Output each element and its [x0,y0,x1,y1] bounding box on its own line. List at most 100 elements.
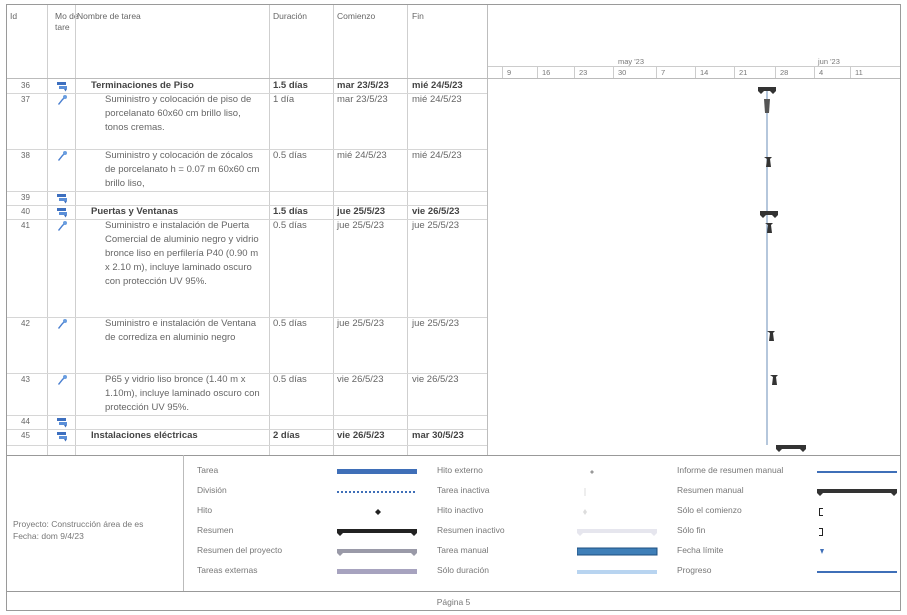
summary-task-name[interactable]: Instalaciones eléctricas [91,429,267,443]
legend-swatch [817,571,897,573]
task-id: 39 [21,193,30,202]
task-start: jue 25/5/23 [337,206,386,217]
task-duration: 1.5 días [273,206,308,217]
task-name[interactable]: Suministro y colocación de piso de porce… [105,93,265,135]
task-finish: mié 24/5/23 [412,150,462,161]
legend-label: Sólo duración [437,565,489,575]
legend-swatch [817,471,897,473]
timeline-month: jun '23 [818,57,840,66]
legend-swatch [819,508,823,516]
gantt-chart [758,87,806,452]
legend-swatch [584,488,586,496]
task-id: 44 [21,417,30,426]
summary-bar [760,211,778,218]
manual-schedule-icon [58,319,67,329]
task-id: 37 [21,95,30,104]
legend-label: Hito inactivo [437,505,484,515]
manual-schedule-icon [58,221,67,231]
task-bar [764,157,772,167]
task-name[interactable]: Suministro e instalación de Ventana de c… [105,317,265,345]
legend-label: Tarea inactiva [437,485,490,495]
task-name[interactable]: Suministro e instalación de Puerta Comer… [105,219,265,289]
task-bar [765,223,773,233]
task-finish: vie 26/5/23 [412,206,460,217]
legend-label: Resumen inactivo [437,525,505,535]
legend-swatch [577,547,658,556]
timeline-day: 28 [780,68,789,77]
auto-schedule-icon [57,418,67,428]
legend-label: Sólo fin [677,525,706,535]
legend-label: Tarea manual [437,545,489,555]
summary-task-name[interactable]: Puertas y Ventanas [91,205,267,219]
legend-swatch [819,528,823,536]
auto-schedule-icon [57,208,67,218]
legend-swatch [375,509,381,515]
timeline-day: 7 [661,68,666,77]
page-number: Página 5 [436,597,471,607]
task-bar [770,375,778,385]
legend-label: Fecha límite [677,545,724,555]
project-date: Fecha: dom 9/4/23 [13,531,84,541]
task-start: mar 23/5/23 [337,80,389,91]
legend-label: Progreso [677,565,712,575]
project-name: Proyecto: Construcción área de es [13,519,144,529]
task-start: vie 26/5/23 [337,430,385,441]
legend-label: Hito [197,505,213,515]
timeline-day: 14 [700,68,709,77]
header-name: Nombre de tarea [77,11,141,21]
manual-schedule-icon [58,151,67,161]
task-start: jue 25/5/23 [337,318,385,329]
timeline-day: 21 [739,68,748,77]
task-duration: 0.5 días [273,220,307,231]
task-finish: mié 24/5/23 [412,94,462,105]
task-bar [767,331,775,341]
task-id: 40 [21,207,30,216]
timeline-day: 4 [819,68,824,77]
auto-schedule-icon [57,82,67,92]
task-id: 41 [21,221,30,230]
task-name[interactable]: Suministro y colocación de zócalos de po… [105,149,265,191]
timeline-day: 23 [579,68,588,77]
task-id: 42 [21,319,30,328]
legend-label: Resumen del proyecto [197,545,283,555]
task-finish: mar 30/5/23 [412,430,464,441]
summary-task-name[interactable]: Terminaciones de Piso [91,79,267,93]
manual-schedule-icon [58,95,67,105]
task-name[interactable]: P65 y vidrio liso bronce (1.40 m x 1.10m… [105,373,265,415]
legend-swatch [577,529,657,536]
legend-swatch [337,469,417,474]
header-id: Id [10,11,18,21]
timeline-day: 9 [507,68,512,77]
timeline-day: 30 [618,68,627,77]
summary-bar [776,445,806,452]
header-finish: Fin [412,11,424,21]
header-start: Comienzo [337,11,376,21]
task-duration: 1 día [273,94,295,105]
legend-swatch [817,489,897,496]
task-finish: jue 25/5/23 [412,220,460,231]
task-duration: 0.5 días [273,150,307,161]
legend-label: Tarea [197,465,219,475]
task-start: mar 23/5/23 [337,94,388,105]
task-id: 43 [21,375,30,384]
legend-swatch [583,509,587,515]
legend-swatch [337,549,417,556]
legend-swatch [820,549,824,554]
task-duration: 2 días [273,430,300,441]
task-finish: jue 25/5/23 [412,318,460,329]
legend-swatch [590,470,594,474]
auto-schedule-icon [57,194,67,204]
task-finish: vie 26/5/23 [412,374,459,385]
task-start: mié 24/5/23 [337,150,387,161]
task-duration: 0.5 días [273,318,307,329]
legend-label: Sólo el comienzo [677,505,742,515]
legend-label: Resumen manual [677,485,744,495]
task-duration: 0.5 días [273,374,307,385]
task-start: jue 25/5/23 [337,220,385,231]
legend-swatch [577,570,657,574]
legend-swatch [337,491,417,493]
task-id: 45 [21,431,30,440]
manual-schedule-icon [58,375,67,385]
legend-swatch [337,529,417,536]
task-duration: 1.5 días [273,80,308,91]
